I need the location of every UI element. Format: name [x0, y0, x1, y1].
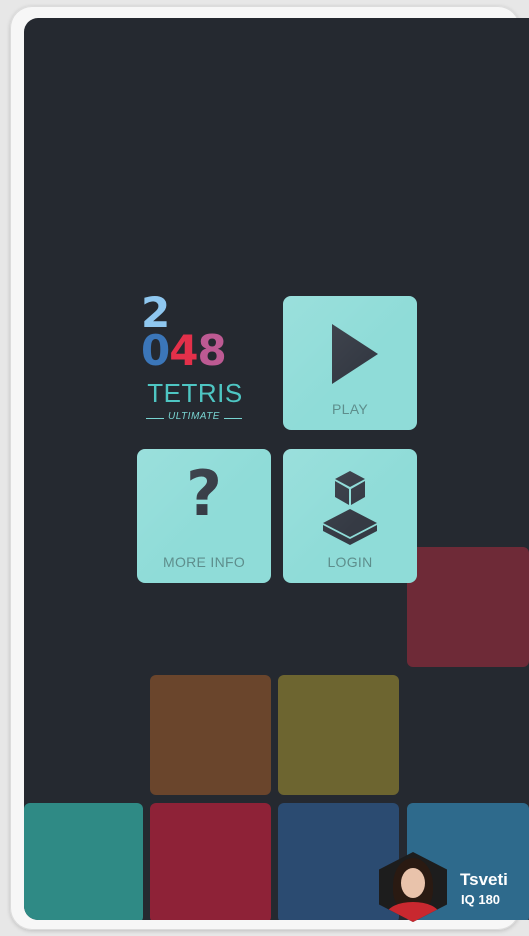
logo-digit-8: 8	[197, 326, 226, 375]
logo-digit-4: 4	[169, 326, 198, 375]
logo-digit-0: 0	[141, 326, 170, 375]
login-button[interactable]: LOGIN	[283, 449, 417, 583]
user-cube-icon	[323, 471, 377, 545]
block-red-right	[407, 547, 529, 667]
play-label: PLAY	[332, 401, 368, 417]
play-button[interactable]: PLAY	[283, 296, 417, 430]
user-name: Tsveti	[460, 870, 508, 889]
more-info-button[interactable]: ? MORE INFO	[137, 449, 271, 583]
more-info-label: MORE INFO	[162, 554, 246, 570]
user-iq: IQ 180	[461, 892, 501, 907]
game-screen	[24, 18, 529, 920]
user-profile[interactable]: Tsveti IQ 180	[379, 852, 529, 922]
block-olive	[278, 675, 399, 795]
logo-digits-048: 048	[141, 330, 227, 372]
avatar-face	[401, 868, 425, 898]
avatar	[379, 852, 447, 922]
block-teal	[24, 803, 143, 920]
block-crimson	[150, 803, 271, 920]
question-mark-icon: ?	[186, 457, 222, 530]
play-icon	[332, 324, 378, 384]
logo-subtitle: ULTIMATE	[137, 411, 251, 422]
login-label: LOGIN	[327, 554, 373, 570]
logo-title: TETRIS	[147, 378, 243, 408]
game-logo: 2 048 TETRIS ULTIMATE	[137, 292, 257, 428]
block-orange	[150, 675, 271, 795]
